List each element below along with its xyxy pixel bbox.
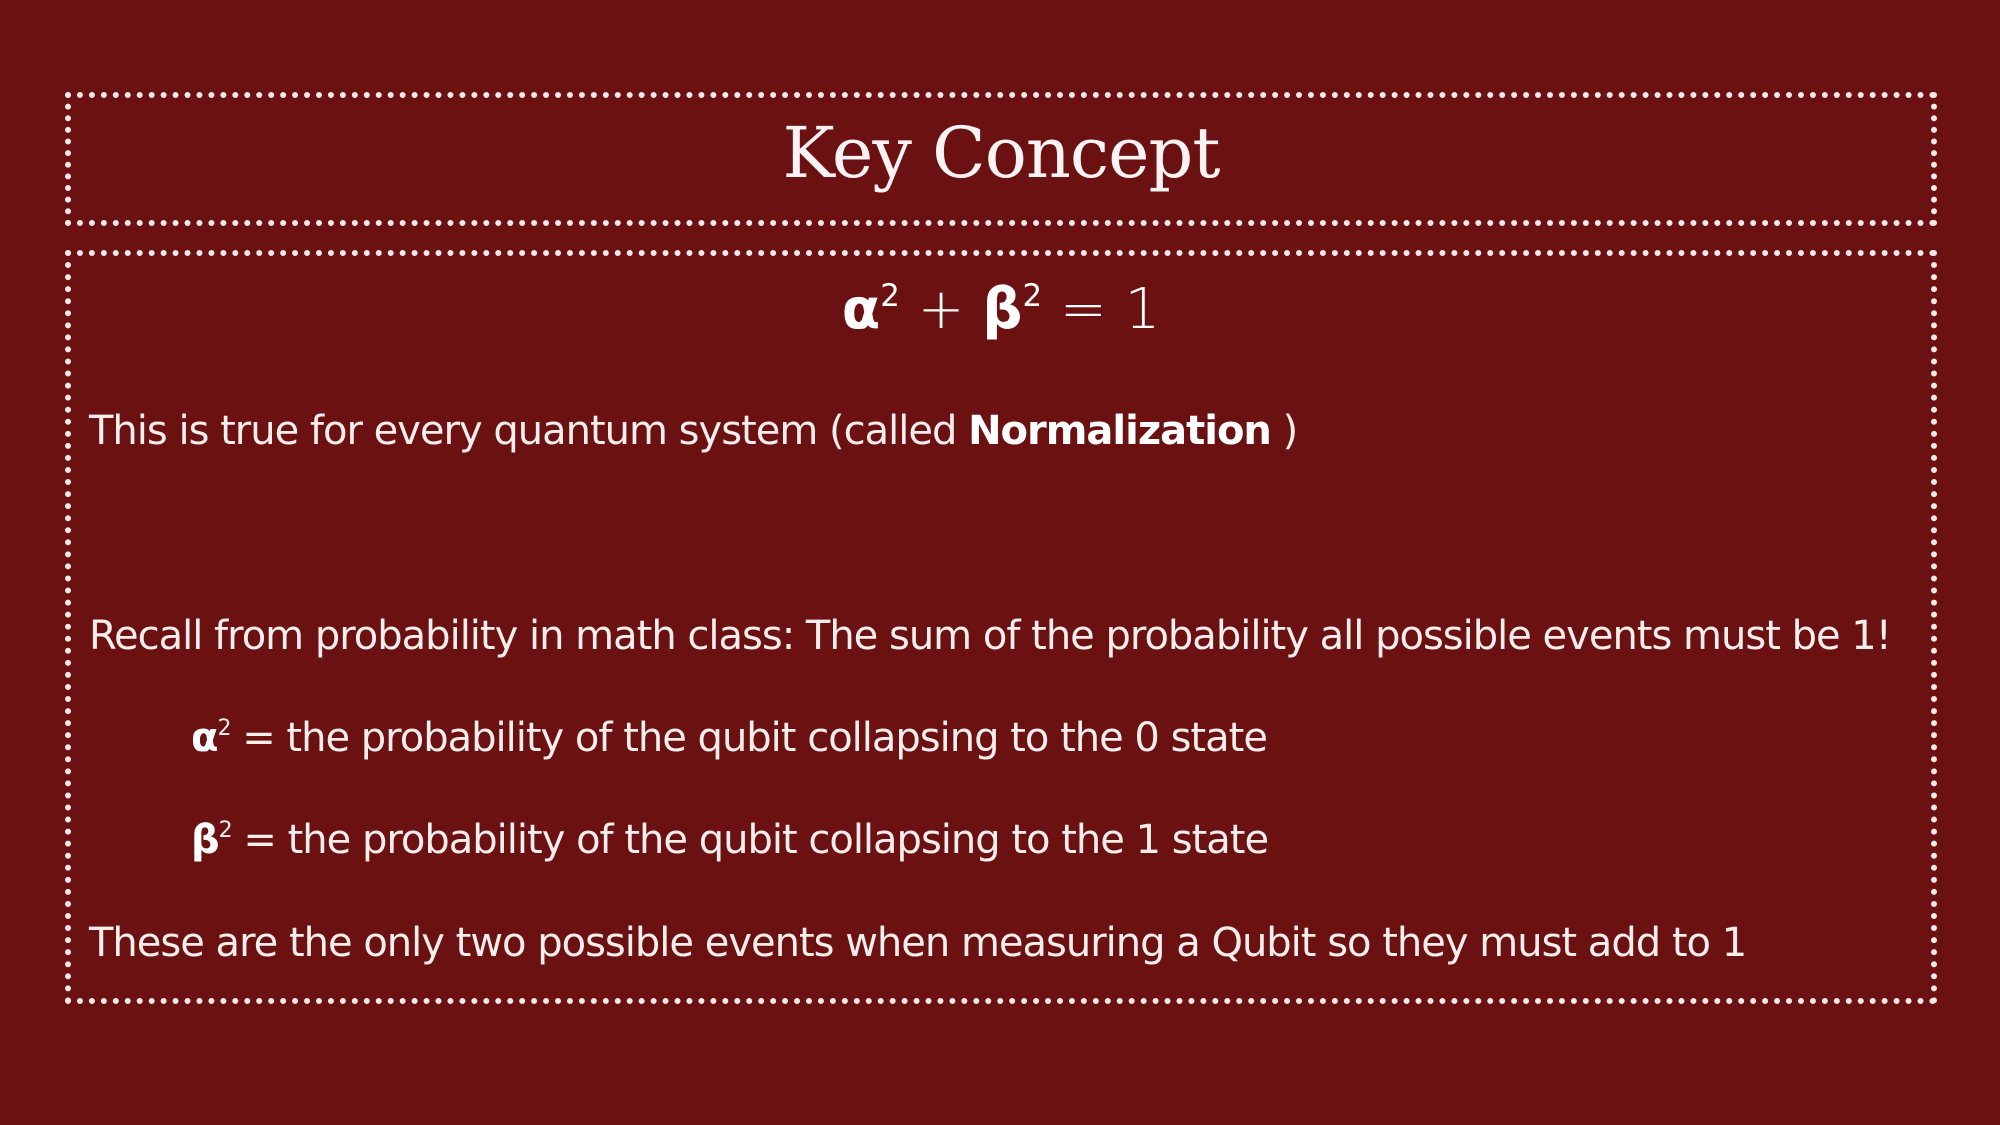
conclusion-statement: These are the only two possible events w… [89,920,1747,966]
equation-rhs: = 1 [1042,277,1161,342]
content-frame: α2 + β2 = 1 This is true for every quant… [65,250,1937,1004]
beta-def-text: = the probability of the qubit collapsin… [231,817,1269,863]
slide-title: Key Concept [782,112,1221,194]
beta-def-symbol: β [191,817,220,863]
recall-statement: Recall from probability in math class: T… [89,613,1892,659]
normalization-statement: This is true for every quantum system (c… [89,408,1299,454]
alpha-symbol: α [841,277,881,342]
normalization-close: ) [1270,408,1299,454]
beta-definition: β2 = the probability of the qubit collap… [191,817,1269,863]
title-frame: Key Concept [65,92,1937,226]
normalization-equation: α2 + β2 = 1 [71,281,1931,338]
alpha-def-text: = the probability of the qubit collapsin… [230,715,1268,761]
alpha-def-symbol: α [191,715,219,761]
alpha-definition: α2 = the probability of the qubit collap… [191,715,1268,761]
beta-def-exponent: 2 [218,817,233,843]
alpha-exponent: 2 [880,278,900,315]
beta-exponent: 2 [1022,278,1043,315]
normalization-term: Normalization [968,408,1272,454]
beta-symbol: β [982,277,1023,342]
plus-sign: + [899,277,983,342]
normalization-text: This is true for every quantum system (c… [89,408,969,454]
alpha-def-exponent: 2 [217,715,231,741]
